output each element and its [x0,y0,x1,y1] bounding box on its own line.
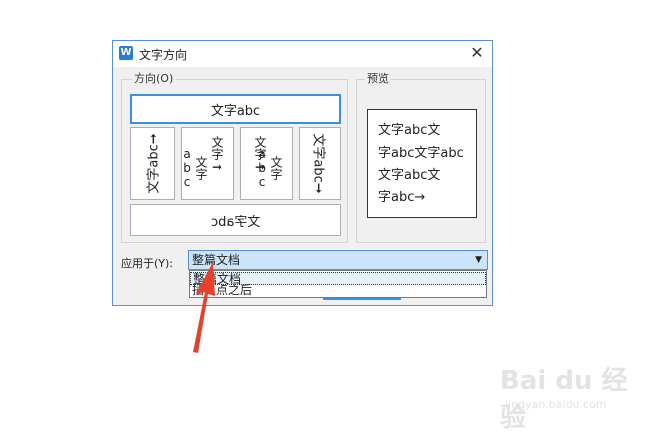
ok-button-edge[interactable] [323,298,401,300]
rotate-right-text: 文字abc➞ [310,133,326,194]
dialog-titlebar: W 文字方向 ✕ [113,41,492,67]
apply-to-select[interactable]: 整篇文档 ▼ [188,250,488,270]
chevron-down-icon: ▼ [475,255,482,265]
wps-logo-icon: W [119,46,133,60]
preview-line: 文字abc文 [378,123,441,138]
red-arrow-annotation [193,262,215,353]
vertical-ltr-col1: 文字abc [180,146,208,189]
rotate-right-option[interactable]: 文字abc➞ [299,127,341,200]
close-button[interactable]: ✕ [468,44,486,62]
preview-group: 预览 文字abc文 字abc文字abc 文字abc文 字abc→ [356,72,486,243]
direction-label: 方向(O) [132,72,176,86]
direction-group: 方向(O) 文字abc 文字abc➞ 文字abc 文字➞ 文字➞ 文字abc 文… [121,72,348,243]
rotate-left-option[interactable]: 文字abc➞ [130,127,175,200]
preview-box: 文字abc文 字abc文字abc 文字abc文 字abc→ [367,109,477,218]
dialog-title: 文字方向 [139,48,188,62]
baidu-watermark: Bai du 经验 [500,366,628,433]
apply-to-dropdown: 整篇文档 插入点之后 [189,270,487,298]
apply-to-label: 应用于(Y): [121,257,174,270]
watermark-url: jingyan.baidu.com [505,398,607,411]
horizontal-option[interactable]: 文字abc [130,94,341,124]
preview-line: 文字abc文 [378,168,441,183]
preview-line: 字abc文字abc [378,146,464,161]
vertical-ltr-col2: 文字➞ [210,136,224,174]
dropdown-option-after-cursor[interactable]: 插入点之后 [190,284,486,297]
text-direction-dialog: W 文字方向 ✕ 方向(O) 文字abc 文字abc➞ 文字abc 文字➞ 文字… [112,40,493,306]
preview-line: 字abc→ [378,190,426,205]
arrow-shape [193,262,215,353]
vertical-rtl-col2: 文字abc [255,146,283,189]
vertical-ltr-option[interactable]: 文字abc 文字➞ [180,127,234,200]
horizontal-flipped-text: 文字abc [210,214,261,230]
horizontal-flipped-option[interactable]: 文字abc [130,204,341,236]
horizontal-option-text: 文字abc [210,103,261,119]
vertical-rtl-option[interactable]: 文字➞ 文字abc [240,127,293,200]
rotate-left-text: 文字abc➞ [147,133,163,194]
preview-label: 预览 [365,72,391,86]
